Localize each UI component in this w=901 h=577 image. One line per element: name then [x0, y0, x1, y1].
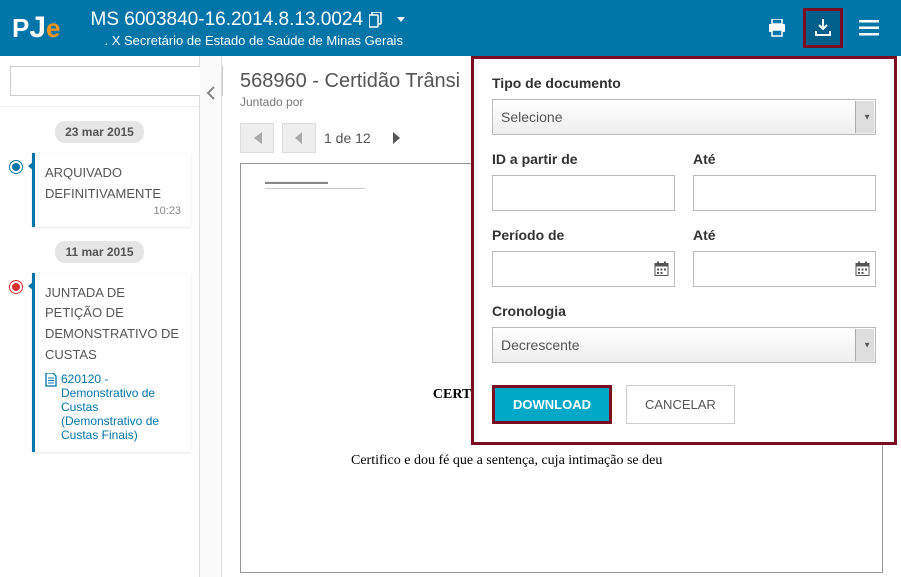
- timeline-date: 23 mar 2015: [55, 121, 144, 143]
- label-id-to: Até: [693, 151, 876, 167]
- download-panel: Tipo de documento Selecione ID a partir …: [471, 56, 897, 445]
- label-period-from: Período de: [492, 227, 675, 243]
- label-id-from: ID a partir de: [492, 151, 675, 167]
- logo-j: J: [29, 11, 46, 45]
- event-time: 10:23: [45, 205, 181, 217]
- input-id-from[interactable]: [492, 175, 675, 211]
- label-doc-type: Tipo de documento: [492, 75, 876, 91]
- collapse-sidebar-button[interactable]: [200, 56, 222, 577]
- header-actions: [757, 8, 889, 48]
- pager-first-button[interactable]: [240, 123, 274, 153]
- input-id-to[interactable]: [693, 175, 876, 211]
- download-button[interactable]: [803, 8, 843, 48]
- select-doc-type[interactable]: Selecione: [492, 99, 876, 135]
- label-period-to: Até: [693, 227, 876, 243]
- marker-dot-icon: [10, 281, 22, 293]
- case-info: MS 6003840-16.2014.8.13.0024 . X Secretá…: [91, 9, 414, 48]
- event-doc-text: 620120 - Demonstrativo de Custas (Demons…: [61, 372, 181, 442]
- filter-input[interactable]: [10, 66, 201, 96]
- logo-p: P: [12, 13, 29, 44]
- pager-prev-button[interactable]: [282, 123, 316, 153]
- cancel-button[interactable]: CANCELAR: [626, 385, 735, 424]
- copy-icon[interactable]: [369, 12, 383, 28]
- timeline-sidebar: 23 mar 2015 ARQUIVADO DEFINITIVAMENTE 10…: [0, 56, 200, 577]
- pager-next-button[interactable]: [379, 123, 413, 153]
- logo-e: e: [46, 13, 60, 44]
- download-confirm-button[interactable]: DOWNLOAD: [492, 385, 612, 424]
- event-title: ARQUIVADO DEFINITIVAMENTE: [45, 163, 181, 205]
- timeline-event[interactable]: ARQUIVADO DEFINITIVAMENTE 10:23: [32, 153, 191, 227]
- timeline-list[interactable]: 23 mar 2015 ARQUIVADO DEFINITIVAMENTE 10…: [0, 107, 199, 577]
- doc-body: Certifico e dou fé que a sentença, cuja …: [271, 453, 852, 469]
- input-period-from[interactable]: [492, 251, 675, 287]
- print-button[interactable]: [757, 8, 797, 48]
- case-number: MS 6003840-16.2014.8.13.0024: [91, 9, 414, 31]
- select-cronologia[interactable]: Decrescente: [492, 327, 876, 363]
- timeline-date: 11 mar 2015: [55, 241, 143, 263]
- app-logo: PJe: [12, 11, 61, 45]
- timeline-event[interactable]: JUNTADA DE PETIÇÃO DE DEMONSTRATIVO DE C…: [32, 273, 191, 452]
- event-title: JUNTADA DE PETIÇÃO DE DEMONSTRATIVO DE C…: [45, 283, 181, 366]
- case-dropdown-icon[interactable]: [389, 17, 413, 22]
- panel-actions: DOWNLOAD CANCELAR: [492, 385, 876, 424]
- filter-bar: [0, 56, 199, 107]
- case-party: . X Secretário de Estado de Saúde de Min…: [105, 33, 414, 48]
- input-period-to[interactable]: [693, 251, 876, 287]
- case-number-text: MS 6003840-16.2014.8.13.0024: [91, 9, 364, 31]
- marker-dot-icon: [10, 161, 22, 173]
- pager-info: 1 de 12: [324, 130, 371, 146]
- app-header: PJe MS 6003840-16.2014.8.13.0024 . X Sec…: [0, 0, 901, 56]
- menu-button[interactable]: [849, 8, 889, 48]
- file-icon: [45, 373, 57, 387]
- page-header-logo: ▬▬▬▬▬▬▬▬▬: [265, 178, 365, 189]
- event-doc-link[interactable]: 620120 - Demonstrativo de Custas (Demons…: [45, 372, 181, 442]
- label-cronologia: Cronologia: [492, 303, 876, 319]
